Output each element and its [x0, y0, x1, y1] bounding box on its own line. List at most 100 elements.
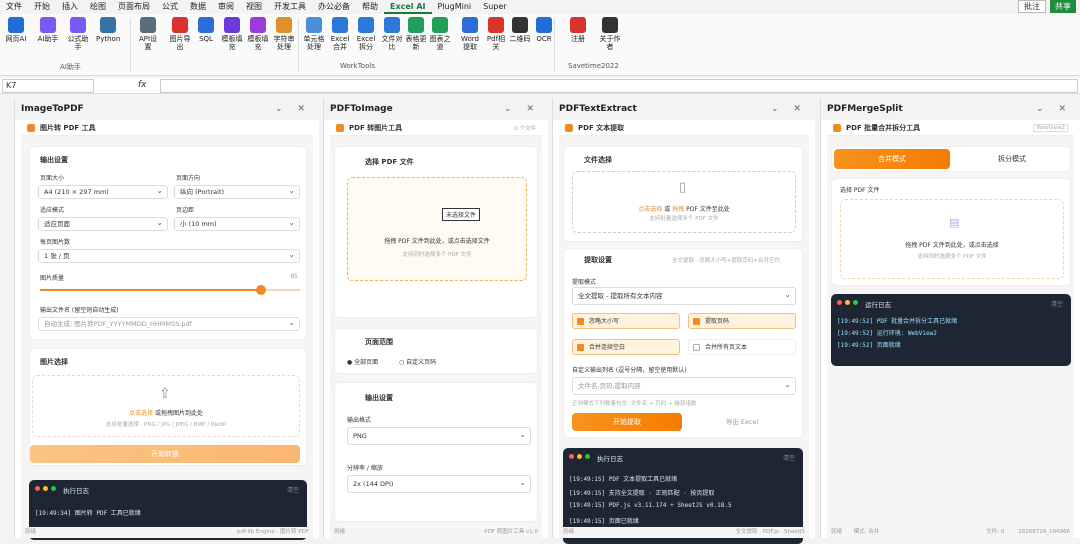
- format-select[interactable]: PNG: [347, 427, 531, 445]
- ribbon-button[interactable]: 字符串处理: [272, 17, 296, 51]
- panel-controls[interactable]: ⌄ ✕: [504, 104, 540, 114]
- ribbon-button[interactable]: 注册: [566, 17, 590, 43]
- perpage-select[interactable]: 1 张 / 页: [38, 249, 300, 263]
- radio-all[interactable]: ● 全部页面: [347, 357, 378, 366]
- tab-excel-ai[interactable]: Excel AI: [384, 0, 432, 14]
- ribbon-button[interactable]: 关于作者: [598, 17, 622, 51]
- mode-label: 提取模式: [572, 279, 597, 286]
- tab-layout[interactable]: 页面布局: [112, 0, 156, 14]
- start-extract-button[interactable]: 开始提取: [572, 413, 682, 431]
- ribbon-button-label: 公式助手: [67, 35, 89, 51]
- tab-help[interactable]: 帮助: [356, 0, 384, 14]
- start-convert-button[interactable]: 开始转换: [30, 445, 300, 463]
- log-clear-button[interactable]: 清空: [287, 485, 299, 494]
- fit-select[interactable]: 适应页面: [38, 217, 168, 231]
- log-clear-button[interactable]: 清空: [783, 453, 795, 462]
- ribbon-tool-icon: [570, 17, 586, 33]
- tab-draw[interactable]: 绘图: [84, 0, 112, 14]
- name-box[interactable]: K7: [2, 79, 94, 93]
- radio-custom[interactable]: ○ 自定义页码: [399, 357, 436, 366]
- page-size-select[interactable]: A4 (210 × 297 mm): [38, 185, 168, 199]
- ribbon-tool-icon: [100, 17, 116, 33]
- log-title: 执行日志: [63, 487, 89, 495]
- ribbon-button[interactable]: 模板填充: [246, 17, 270, 51]
- ribbon-button[interactable]: 单元格处理: [302, 17, 326, 51]
- ignore-case-checkbox[interactable]: 忽略大小写: [572, 313, 680, 329]
- pdf-pick-title: 选择 PDF 文件: [365, 158, 414, 166]
- tab-data[interactable]: 数据: [184, 0, 212, 14]
- tab-plugmini[interactable]: PlugMini: [432, 0, 478, 14]
- ribbon-button[interactable]: 公式助手: [66, 17, 90, 51]
- col-input[interactable]: 文件名,页码,提取内容: [572, 377, 796, 395]
- tab-view[interactable]: 视图: [240, 0, 268, 14]
- image-pick-card: 图片选择 ⇪ 点击选择 或拖拽图片到此处 支持批量选择 · PNG / JPG …: [29, 348, 307, 466]
- ribbon-button[interactable]: 模板填充: [220, 17, 244, 51]
- extract-page-checkbox[interactable]: 提取页码: [688, 313, 796, 329]
- formula-bar: K7 fx: [0, 78, 1080, 94]
- ribbon-button[interactable]: 文件对比: [380, 17, 404, 51]
- pdf-dropzone[interactable]: 未选择文件 拖拽 PDF 文件到此处，或点击选择文件 支持同时选择多个 PDF …: [347, 177, 527, 281]
- share-button[interactable]: 共享: [1050, 0, 1076, 13]
- split-mode-tab[interactable]: 拆分模式: [954, 149, 1070, 169]
- panel-title: PDFToImage: [330, 104, 393, 114]
- panel-controls[interactable]: ⌄ ✕: [275, 104, 311, 114]
- ribbon-button-label: 单元格处理: [303, 35, 325, 51]
- pdf-dropzone[interactable]: ▤ 拖拽 PDF 文件到此处，或点击选择 支持同时选择多个 PDF 文件: [840, 199, 1064, 279]
- panel-controls[interactable]: ⌄ ✕: [771, 104, 807, 114]
- tab-insert[interactable]: 插入: [56, 0, 84, 14]
- log-line: [19:49:52] PDF 批量合并拆分工具已就绪: [837, 318, 958, 325]
- tab-office[interactable]: 办公必备: [312, 0, 356, 14]
- ribbon-button[interactable]: 网页AI: [4, 17, 28, 43]
- ribbon-button[interactable]: Excel合并: [328, 17, 352, 51]
- tab-dev[interactable]: 开发工具: [268, 0, 312, 14]
- merge-space-checkbox[interactable]: 合并连续空白: [572, 339, 680, 355]
- ribbon-button[interactable]: API设置: [136, 17, 160, 51]
- res-select[interactable]: 2x (144 DPI): [347, 475, 531, 493]
- log-clear-button[interactable]: 清空: [1051, 299, 1063, 308]
- margin-select[interactable]: 小 (10 mm): [174, 217, 300, 231]
- ribbon-tool-icon: [70, 17, 86, 33]
- ribbon: 网页AI AI助手 公式助手 Python API设置 图片导出 SQL 模板填充 模板填充 字符…: [0, 14, 1080, 76]
- panel-controls[interactable]: ⌄ ✕: [1036, 104, 1072, 114]
- ribbon-tool-icon: [8, 17, 24, 33]
- image-dropzone[interactable]: ⇪ 点击选择 或拖拽图片到此处 支持批量选择 · PNG / JPG / JPE…: [32, 375, 300, 437]
- ribbon-button[interactable]: 图片导出: [168, 17, 192, 51]
- ribbon-button[interactable]: AI助手: [36, 17, 60, 43]
- ribbon-button[interactable]: 表格更新: [404, 17, 428, 51]
- comment-button[interactable]: 批注: [1018, 0, 1046, 13]
- merge-mode-tab[interactable]: 合并模式: [834, 149, 950, 169]
- tab-super[interactable]: Super: [477, 0, 512, 14]
- ribbon-button-label: 关于作者: [599, 35, 621, 51]
- tab-formula[interactable]: 公式: [156, 0, 184, 14]
- ribbon-button[interactable]: SQL: [194, 17, 218, 43]
- ribbon-button[interactable]: 图表之道: [428, 17, 452, 51]
- settings-summary: 全文提取 · 忽略大小写+提取页码+合并空白: [672, 258, 780, 264]
- ribbon-button[interactable]: Pdf相关: [484, 17, 508, 51]
- mode-select[interactable]: 全文提取 - 提取所有文本内容: [572, 287, 796, 305]
- merge-pages-checkbox[interactable]: 合并所有页文本: [688, 339, 796, 355]
- formula-input[interactable]: [160, 79, 1078, 93]
- status-mode: 模式: 合并: [853, 529, 880, 535]
- ribbon-button[interactable]: Word提取: [458, 17, 482, 51]
- ribbon-button[interactable]: 二维码: [508, 17, 532, 43]
- ribbon-button[interactable]: Excel拆分: [354, 17, 378, 51]
- panel-title: PDFTextExtract: [559, 104, 637, 114]
- ribbon-button-label: AI助手: [37, 35, 59, 43]
- quality-slider[interactable]: [40, 285, 300, 295]
- ribbon-button-label: 文件对比: [381, 35, 403, 51]
- filename-input[interactable]: 自动生成: 图片转PDF_YYYYMMDD_HHMMSS.pdf: [38, 317, 300, 331]
- ribbon-button[interactable]: OCR: [532, 17, 556, 43]
- ribbon-group-label: AI助手: [60, 63, 81, 71]
- pdf-file-icon: ▤: [949, 216, 960, 229]
- format-label: 输出格式: [347, 417, 372, 424]
- export-excel-button[interactable]: 导出 Excel: [688, 413, 796, 431]
- tab-file[interactable]: 文件: [0, 0, 28, 14]
- ribbon-button[interactable]: Python: [96, 17, 120, 43]
- orient-select[interactable]: 纵向 (Portrait): [174, 185, 300, 199]
- panel-title: PDFMergeSplit: [827, 104, 903, 114]
- file-dropzone[interactable]: ▯ 点击选择 或 拖拽 PDF 文件至此处 支持批量选择多个 PDF 文件: [572, 171, 796, 233]
- file-choose-button[interactable]: 未选择文件: [442, 208, 481, 221]
- tab-home[interactable]: 开始: [28, 0, 56, 14]
- tab-review[interactable]: 审阅: [212, 0, 240, 14]
- drop-click: 点击选择: [129, 410, 154, 417]
